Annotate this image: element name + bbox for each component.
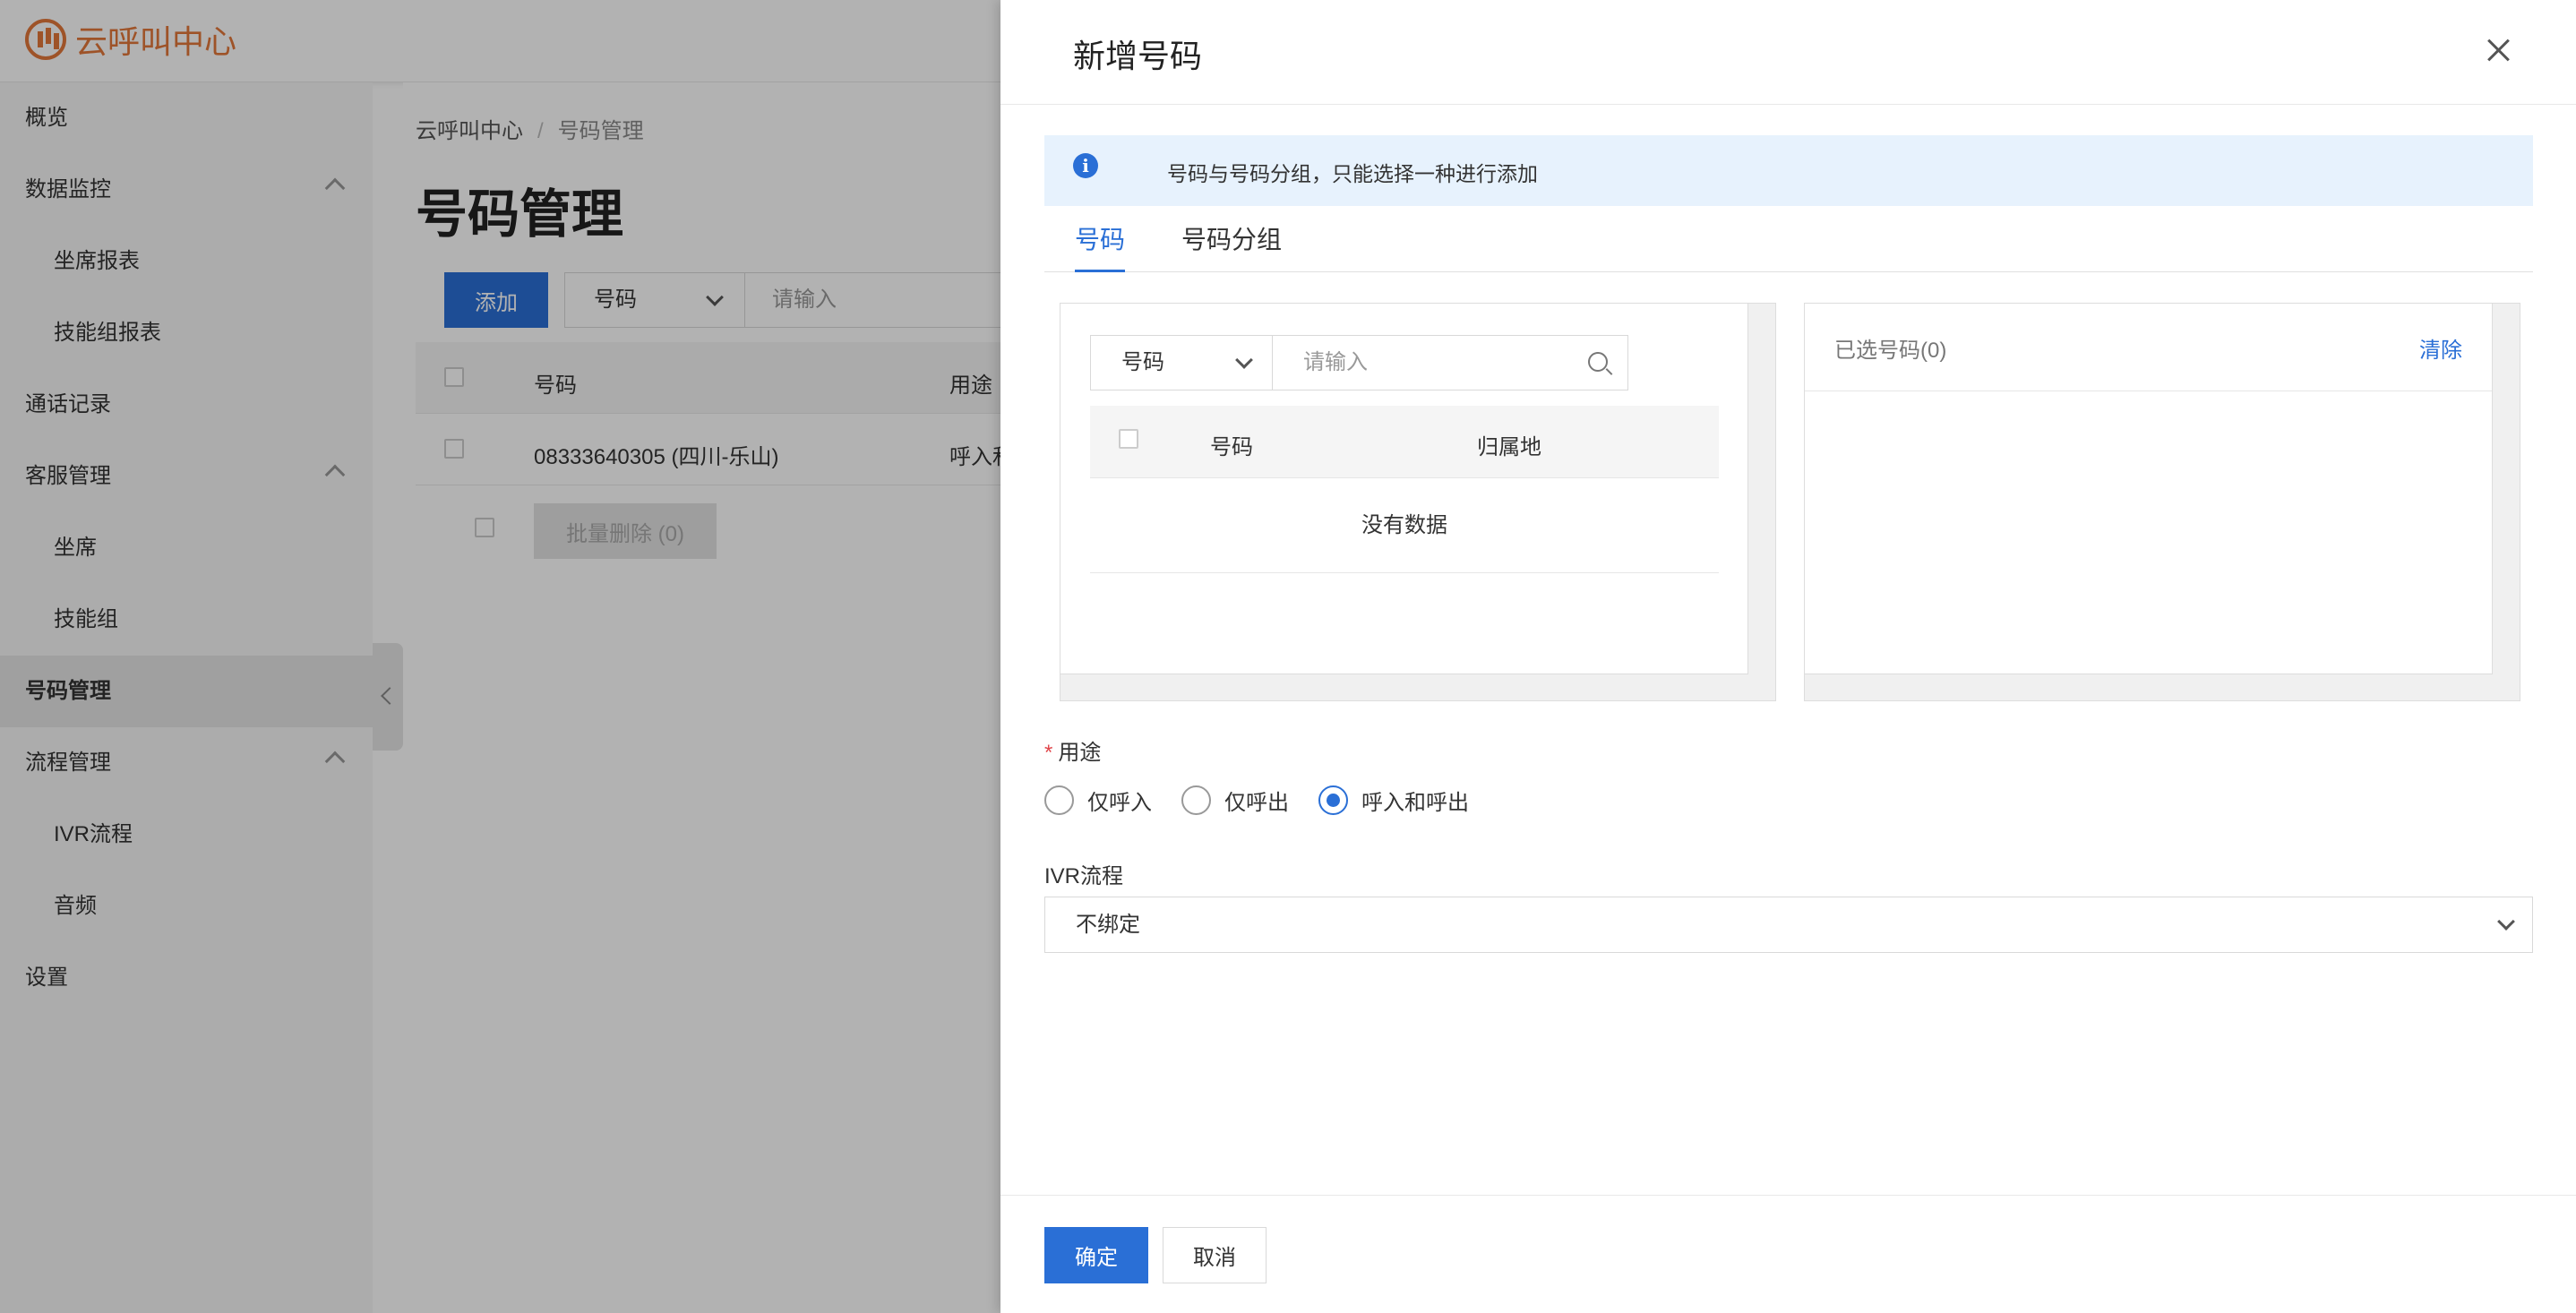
info-notice: i 号码与号码分组，只能选择一种进行添加 xyxy=(1044,135,2533,206)
drawer-footer: 确定 取消 xyxy=(1000,1195,2576,1313)
radio-label: 呼入和呼出 xyxy=(1361,791,1469,815)
required-mark: * xyxy=(1044,741,1053,765)
available-numbers-panel: 号码 请输入 号码 归属地 没有数据 xyxy=(1060,303,1776,701)
panel-search-placeholder: 请输入 xyxy=(1303,350,1368,374)
panel-search-input[interactable]: 请输入 xyxy=(1273,335,1628,390)
info-icon: i xyxy=(1073,153,1098,178)
usage-label: * 用途 xyxy=(1044,734,1101,766)
add-number-drawer: 新增号码 i 号码与号码分组，只能选择一种进行添加 号码 号码分组 号码 请输入… xyxy=(1000,0,2576,1313)
cancel-button[interactable]: 取消 xyxy=(1163,1227,1267,1283)
drawer-header: 新增号码 xyxy=(1000,0,2576,105)
radio-inbound-only[interactable]: 仅呼入 xyxy=(1044,785,1152,816)
modal-overlay[interactable] xyxy=(0,0,1000,1313)
radio-outbound-only[interactable]: 仅呼出 xyxy=(1181,785,1289,816)
confirm-button[interactable]: 确定 xyxy=(1044,1227,1148,1283)
empty-state: 没有数据 xyxy=(1090,478,1719,573)
radio-inbound-and-outbound[interactable]: 呼入和呼出 xyxy=(1318,785,1469,816)
clear-link[interactable]: 清除 xyxy=(2419,332,2462,364)
close-icon[interactable] xyxy=(2482,34,2514,66)
radio-circle-checked[interactable] xyxy=(1318,785,1348,815)
radio-circle[interactable] xyxy=(1181,785,1211,815)
radio-circle[interactable] xyxy=(1044,785,1074,815)
panel-table-header: 号码 归属地 xyxy=(1090,406,1719,478)
drawer-title: 新增号码 xyxy=(1073,38,1203,74)
chevron-down-icon xyxy=(2497,913,2515,931)
selected-numbers-body: 已选号码(0) 清除 xyxy=(1805,304,2493,674)
panel-filter-select[interactable]: 号码 xyxy=(1090,335,1273,390)
drawer-tabs: 号码 号码分组 xyxy=(1044,215,2533,272)
tab-number[interactable]: 号码 xyxy=(1075,220,1126,272)
search-icon[interactable] xyxy=(1588,352,1608,372)
available-numbers-body: 号码 请输入 号码 归属地 没有数据 xyxy=(1060,304,1748,674)
selected-numbers-panel: 已选号码(0) 清除 xyxy=(1804,303,2520,701)
panel-select-all-checkbox[interactable] xyxy=(1119,429,1138,449)
column-header-number: 号码 xyxy=(1210,435,1253,459)
radio-label: 仅呼出 xyxy=(1224,791,1289,815)
selected-count-title: 已选号码(0) xyxy=(1834,339,1947,363)
ivr-flow-select[interactable]: 不绑定 xyxy=(1044,897,2533,953)
ivr-label: IVR流程 xyxy=(1044,864,1124,888)
ivr-flow-value: 不绑定 xyxy=(1076,913,1140,937)
tab-number-group[interactable]: 号码分组 xyxy=(1181,220,1282,272)
usage-radio-group: 仅呼入 仅呼出 呼入和呼出 xyxy=(1044,785,1498,816)
usage-label-text: 用途 xyxy=(1058,741,1102,765)
divider xyxy=(1805,390,2492,391)
panel-filter-value: 号码 xyxy=(1121,350,1164,374)
column-header-location: 归属地 xyxy=(1477,435,1541,459)
radio-label: 仅呼入 xyxy=(1087,791,1152,815)
notice-text: 号码与号码分组，只能选择一种进行添加 xyxy=(1167,162,1538,185)
chevron-down-icon xyxy=(1235,351,1253,369)
